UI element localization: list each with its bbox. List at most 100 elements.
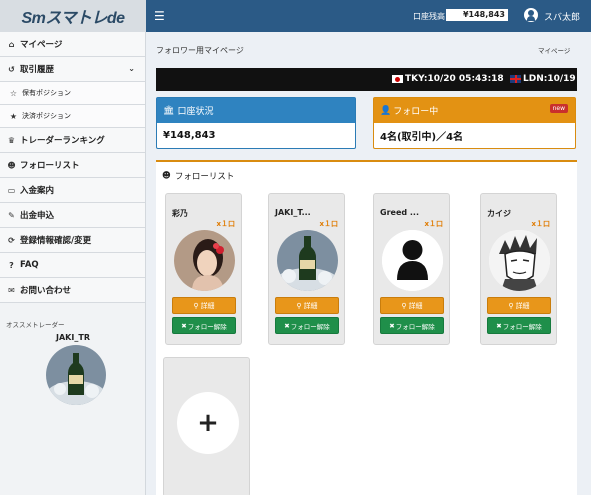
unfollow-button-label: フォロー解除: [502, 322, 542, 331]
mail-icon: ✉: [8, 285, 15, 295]
sidebar-item-label: 入金案内: [20, 186, 55, 196]
trophy-icon: ♛: [7, 135, 16, 145]
unfollow-button-label: フォロー解除: [187, 322, 227, 331]
bank-icon: 🏛: [163, 105, 175, 116]
trader-avatar[interactable]: [277, 230, 338, 291]
balance-value: ¥148,843: [446, 9, 508, 21]
sidebar-item-open-positions[interactable]: ☆ 保有ポジション: [0, 82, 145, 105]
sidebar-item-label: トレーダーランキング: [20, 136, 105, 146]
detail-button[interactable]: ⚲ 詳細: [487, 297, 551, 314]
london-clock: LDN:10/19: [510, 74, 576, 84]
user-avatar-icon[interactable]: [524, 8, 538, 22]
unfollow-button[interactable]: ✖ フォロー解除: [172, 317, 236, 334]
trader-name[interactable]: Greed ...: [380, 208, 419, 217]
trader-avatar[interactable]: [489, 230, 550, 291]
sidebar-item-label: 保有ポジション: [22, 89, 71, 97]
sidebar-item-mypage[interactable]: ⌂ マイページ: [0, 32, 145, 57]
trader-avatar[interactable]: [382, 230, 443, 291]
unfollow-button-label: フォロー解除: [395, 322, 435, 331]
close-icon: ✖: [389, 321, 395, 330]
add-icon[interactable]: +: [177, 392, 239, 454]
trader-avatar[interactable]: [174, 230, 235, 291]
following-header: 👤 フォロー中 new: [374, 98, 575, 123]
follow-list-header: ☻ フォローリスト: [162, 170, 234, 182]
close-icon: ✖: [496, 321, 502, 330]
uk-flag-icon: [510, 75, 521, 83]
trader-name[interactable]: 彩乃: [172, 208, 188, 219]
menu-toggle-icon[interactable]: ☰: [154, 9, 165, 23]
account-status-title: 口座状況: [177, 107, 214, 117]
balance-label: 口座残高: [413, 12, 445, 21]
sidebar-item-label: 出金申込: [20, 211, 55, 221]
sidebar-item-trade-history[interactable]: ↺ 取引履歴 ⌄: [0, 57, 145, 82]
unfollow-button[interactable]: ✖ フォロー解除: [380, 317, 444, 334]
detail-button[interactable]: ⚲ 詳細: [380, 297, 444, 314]
site-logo[interactable]: Smスマトレde: [0, 0, 146, 32]
users-icon: ☻: [7, 160, 16, 170]
home-icon: ⌂: [8, 39, 15, 49]
sidebar-item-faq[interactable]: ? FAQ: [0, 253, 145, 278]
star-icon: ★: [9, 111, 18, 121]
detail-button[interactable]: ⚲ 詳細: [275, 297, 339, 314]
sidebar-item-label: 登録情報確認/変更: [20, 236, 92, 246]
trader-lot-ratio: x１口: [424, 220, 443, 228]
question-icon: ?: [9, 260, 14, 270]
following-panel: 👤 フォロー中 new 4名(取引中)／4名: [373, 97, 576, 149]
sidebar-item-deposit[interactable]: ▭ 入金案内: [0, 178, 145, 203]
credit-card-icon: ▭: [7, 185, 16, 195]
trader-card: JAKI_T... x１口 ⚲ 詳細 ✖ フォロー解除: [268, 193, 345, 345]
trader-lot-ratio: x１口: [319, 220, 338, 228]
trader-lot-ratio: x１口: [216, 220, 235, 228]
following-count: 4名(取引中)／4名: [380, 131, 464, 143]
detail-button-label: 詳細: [200, 301, 215, 310]
users-icon: ☻: [162, 171, 171, 181]
sidebar-item-label: フォローリスト: [20, 161, 80, 171]
unfollow-button[interactable]: ✖ フォロー解除: [275, 317, 339, 334]
refresh-icon: ⟳: [8, 235, 15, 245]
close-icon: ✖: [181, 321, 187, 330]
search-icon: ⚲: [401, 301, 407, 310]
chevron-down-icon: ⌄: [128, 64, 135, 73]
sidebar-item-closed-positions[interactable]: ★ 決済ポジション: [0, 105, 145, 128]
sidebar: ⌂ マイページ ↺ 取引履歴 ⌄ ☆ 保有ポジション ★ 決済ポジション ♛ ト…: [0, 32, 146, 495]
detail-button[interactable]: ⚲ 詳細: [172, 297, 236, 314]
trader-name[interactable]: JAKI_T...: [275, 208, 311, 217]
detail-button-label: 詳細: [303, 301, 318, 310]
sidebar-item-label: 取引履歴: [20, 65, 55, 75]
new-badge: new: [549, 104, 568, 113]
tokyo-time: TKY:10/20 05:43:18: [405, 74, 504, 84]
market-clock-bar: TKY:10/20 05:43:18 LDN:10/19: [156, 68, 577, 91]
sidebar-item-account-info[interactable]: ⟳ 登録情報確認/変更: [0, 228, 145, 253]
detail-button-label: 詳細: [515, 301, 530, 310]
user-icon: 👤: [380, 105, 392, 116]
edit-icon: ✎: [8, 210, 15, 220]
sidebar-item-label: マイページ: [20, 40, 63, 50]
sidebar-item-label: 決済ポジション: [22, 112, 71, 120]
follow-list-title: フォローリスト: [174, 172, 235, 182]
sidebar-item-withdraw[interactable]: ✎ 出金申込: [0, 203, 145, 228]
history-icon: ↺: [8, 64, 15, 74]
recommended-trader-label: オススメトレーダー: [6, 321, 65, 329]
sidebar-item-label: お問い合わせ: [20, 286, 72, 296]
japan-flag-icon: [392, 75, 403, 83]
recommended-trader-avatar[interactable]: [46, 345, 106, 405]
account-status-panel: 🏛 口座状況 ¥148,843: [156, 97, 356, 149]
trader-name[interactable]: カイジ: [487, 208, 511, 219]
account-status-header: 🏛 口座状況: [157, 98, 355, 123]
sidebar-item-follow-list[interactable]: ☻ フォローリスト: [0, 153, 145, 178]
trader-card: カイジ x１口 ⚲ 詳細 ✖ フォロー解除: [480, 193, 557, 345]
sidebar-item-contact[interactable]: ✉ お問い合わせ: [0, 278, 145, 303]
search-icon: ⚲: [193, 301, 199, 310]
top-navbar: ☰ 口座残高 ¥148,843 スバ太郎: [146, 0, 591, 32]
breadcrumb[interactable]: マイページ: [538, 45, 570, 55]
search-icon: ⚲: [508, 301, 514, 310]
search-icon: ⚲: [296, 301, 302, 310]
tokyo-clock: TKY:10/20 05:43:18: [392, 74, 504, 84]
unfollow-button[interactable]: ✖ フォロー解除: [487, 317, 551, 334]
london-time: LDN:10/19: [523, 74, 576, 84]
recommended-trader-name[interactable]: JAKI_TR: [0, 333, 146, 342]
user-name[interactable]: スバ太郎: [544, 10, 580, 23]
sidebar-item-trader-ranking[interactable]: ♛ トレーダーランキング: [0, 128, 145, 153]
unfollow-button-label: フォロー解除: [290, 322, 330, 331]
add-follow-card[interactable]: +: [163, 357, 250, 495]
